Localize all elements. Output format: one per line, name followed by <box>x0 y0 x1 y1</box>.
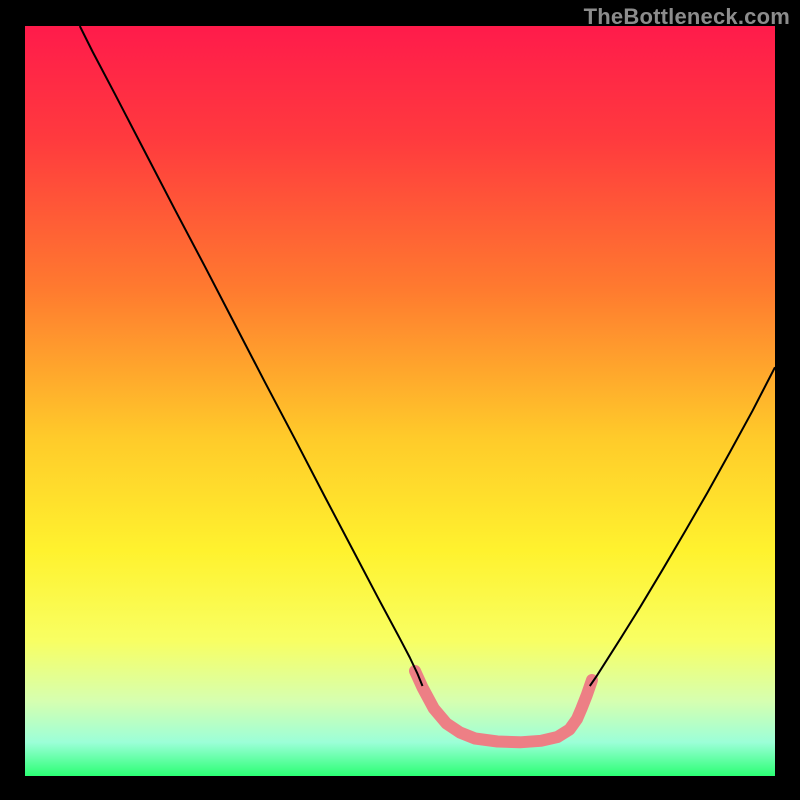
left-curve-line <box>80 26 423 686</box>
plot-area <box>25 26 775 776</box>
attribution-text: TheBottleneck.com <box>584 4 790 30</box>
pink-band-line <box>415 671 592 742</box>
curve-layer <box>25 26 775 776</box>
right-curve-line <box>590 367 775 686</box>
chart-frame: TheBottleneck.com <box>0 0 800 800</box>
